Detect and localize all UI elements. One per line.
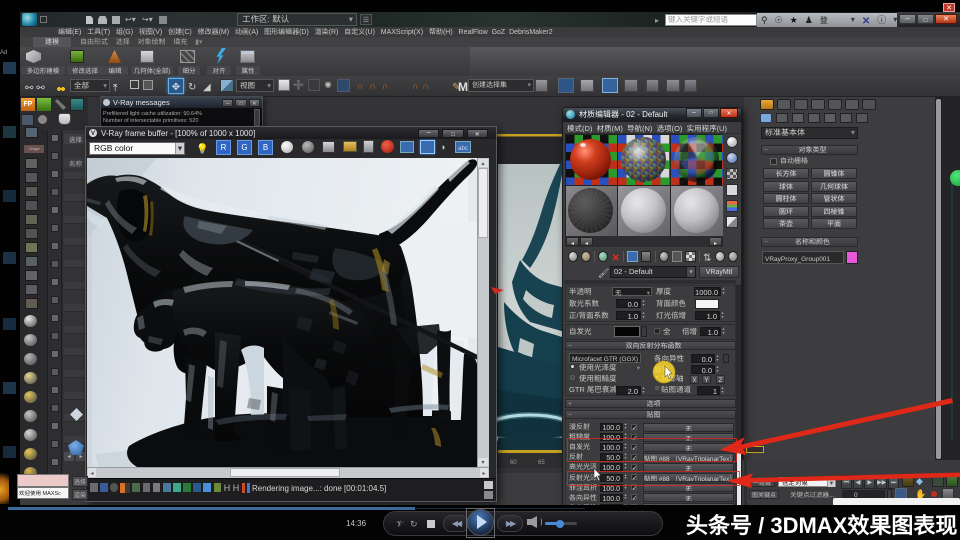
svg-text:65: 65 <box>538 460 545 466</box>
svg-text:60: 60 <box>510 460 517 466</box>
